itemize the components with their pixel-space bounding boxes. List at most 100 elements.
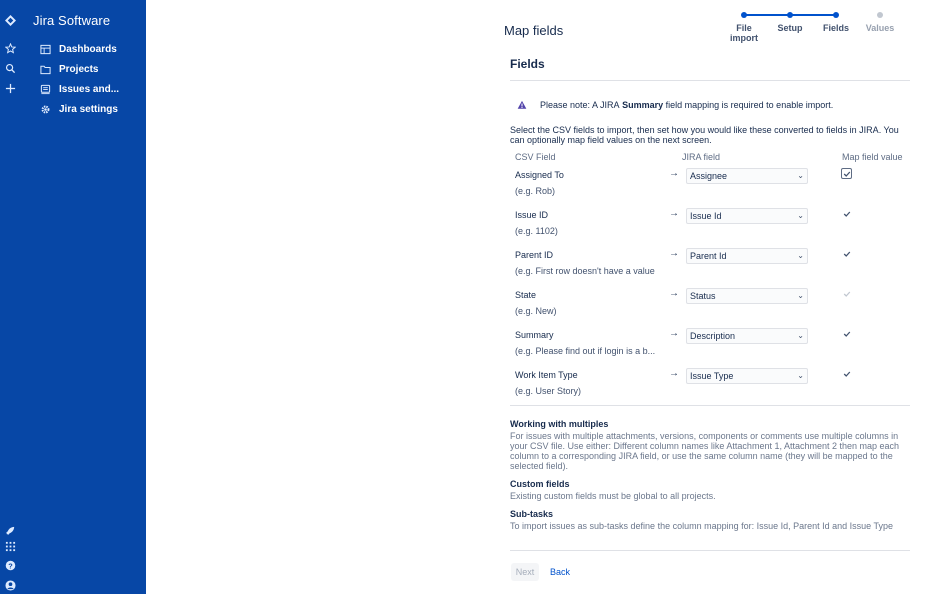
column-header-csv-field: CSV Field <box>515 152 556 162</box>
plus-icon[interactable] <box>0 80 21 96</box>
checkmark-icon <box>843 171 850 177</box>
sidebar-item-label: Projects <box>59 63 99 75</box>
arrow-right-icon: → <box>669 248 679 259</box>
sidebar-item-jira-settings[interactable]: Jira settings <box>39 101 118 117</box>
jira-field-select[interactable]: Status ⌄ <box>686 288 808 304</box>
field-mapping-row: Issue ID (e.g. 1102) → Issue Id ⌄ <box>510 208 910 250</box>
global-navigation-rail: ? <box>0 0 21 594</box>
chevron-down-icon: ⌄ <box>797 291 804 300</box>
import-progress-tracker: File import Setup Fields Values <box>714 10 904 44</box>
map-field-value-checkbox[interactable] <box>841 208 852 219</box>
jira-field-value: Status <box>690 291 716 301</box>
map-field-value-checkbox[interactable] <box>841 248 852 259</box>
custom-fields-heading: Custom fields <box>510 479 570 489</box>
map-field-value-checkbox[interactable] <box>841 288 852 299</box>
jira-field-select[interactable]: Assignee ⌄ <box>686 168 808 184</box>
svg-text:?: ? <box>8 561 13 570</box>
sidebar-item-label: Issues and... <box>59 83 120 95</box>
progress-step-values: Values <box>865 23 895 33</box>
rocket-icon[interactable] <box>0 522 21 538</box>
progress-step-dot <box>741 12 747 18</box>
chevron-down-icon: ⌄ <box>797 171 804 180</box>
jira-field-value: Assignee <box>690 171 728 181</box>
search-icon[interactable] <box>0 60 21 76</box>
arrow-right-icon: → <box>669 328 679 339</box>
csv-field-name: Work Item Type <box>515 370 578 380</box>
chevron-down-icon: ⌄ <box>797 371 804 380</box>
sidebar-item-issues[interactable]: Issues and... <box>39 81 119 97</box>
jira-field-value: Issue Type <box>690 371 734 381</box>
progress-step-fields: Fields <box>822 23 849 33</box>
profile-icon[interactable] <box>0 577 21 593</box>
progress-step-dot <box>833 12 839 18</box>
checkmark-icon <box>843 251 850 257</box>
star-icon[interactable] <box>0 40 21 56</box>
chevron-down-icon: ⌄ <box>797 331 804 340</box>
field-mapping-row: Parent ID (e.g. First row doesn't have a… <box>510 248 910 290</box>
jira-field-select[interactable]: Parent Id ⌄ <box>686 248 808 264</box>
jira-logo-icon[interactable] <box>0 12 21 28</box>
checkmark-icon <box>843 211 850 217</box>
section-title: Fields <box>510 57 545 71</box>
csv-field-name: Assigned To <box>515 170 564 180</box>
jira-field-value: Issue Id <box>690 211 722 221</box>
sidebar-item-label: Jira settings <box>59 103 118 115</box>
multiples-heading: Working with multiples <box>510 419 609 429</box>
back-link[interactable]: Back <box>550 563 570 581</box>
dashboard-icon <box>39 43 51 55</box>
csv-field-name: State <box>515 290 537 300</box>
checkmark-icon <box>843 371 850 377</box>
apps-grid-icon[interactable] <box>0 538 21 554</box>
map-field-value-checkbox[interactable] <box>841 168 852 179</box>
progress-step-setup: Setup <box>777 23 803 33</box>
sub-tasks-description: To import issues as sub-tasks define the… <box>510 521 894 531</box>
csv-field-name: Issue ID <box>515 210 549 220</box>
csv-field-example: (e.g. First row doesn't have a value <box>515 266 655 276</box>
divider <box>510 80 910 81</box>
sub-tasks-heading: Sub-tasks <box>510 509 554 519</box>
progress-step-dot <box>877 12 883 18</box>
arrow-right-icon: → <box>669 368 679 379</box>
column-header-map-field-value: Map field value <box>842 152 903 162</box>
jira-field-select[interactable]: Issue Id ⌄ <box>686 208 808 224</box>
arrow-right-icon: → <box>669 288 679 299</box>
arrow-right-icon: → <box>669 208 679 219</box>
progress-step-file-import: File import <box>730 23 758 43</box>
checkmark-icon <box>843 291 850 297</box>
jira-field-select[interactable]: Issue Type ⌄ <box>686 368 808 384</box>
main-content: Map fields File import Setup Fields Valu… <box>146 0 952 594</box>
product-name[interactable]: Jira Software <box>33 13 110 28</box>
next-button[interactable]: Next <box>511 563 539 581</box>
divider <box>510 550 910 551</box>
csv-field-example: (e.g. Rob) <box>515 186 556 196</box>
field-mapping-row: State (e.g. New) → Status ⌄ <box>510 288 910 330</box>
note-text-suffix: field mapping is required to enable impo… <box>665 100 834 110</box>
progress-step-dot <box>787 12 793 18</box>
sidebar-item-projects[interactable]: Projects <box>39 61 98 77</box>
csv-field-example: (e.g. Please find out if login is a b... <box>515 346 656 356</box>
jira-field-value: Description <box>690 331 736 341</box>
map-field-value-checkbox[interactable] <box>841 368 852 379</box>
field-mapping-row: Summary (e.g. Please find out if login i… <box>510 328 910 370</box>
sidebar-item-dashboards[interactable]: Dashboards <box>39 41 117 57</box>
note-text: Please note: A JIRA <box>540 100 620 110</box>
field-mapping-row: Assigned To (e.g. Rob) → Assignee ⌄ <box>510 168 910 210</box>
page-title: Map fields <box>504 23 564 38</box>
custom-fields-description: Existing custom fields must be global to… <box>510 491 716 501</box>
csv-field-example: (e.g. 1102) <box>515 226 558 236</box>
map-field-value-checkbox[interactable] <box>841 328 852 339</box>
help-icon[interactable]: ? <box>0 557 21 573</box>
chevron-down-icon: ⌄ <box>797 211 804 220</box>
csv-field-name: Summary <box>515 330 554 340</box>
warning-icon <box>516 99 528 111</box>
jira-field-select[interactable]: Description ⌄ <box>686 328 808 344</box>
arrow-right-icon: → <box>669 168 679 179</box>
column-header-jira-field: JIRA field <box>682 152 721 162</box>
sidebar-item-label: Dashboards <box>59 43 117 55</box>
csv-field-name: Parent ID <box>515 250 554 260</box>
intro-text: Select the CSV fields to import, then se… <box>510 125 899 145</box>
gear-icon <box>39 103 51 115</box>
jira-field-value: Parent Id <box>690 251 727 261</box>
summary-required-note: Please note: A JIRA Summary field mappin… <box>516 99 833 111</box>
project-sidebar: Jira Software Dashboards Projects Issues… <box>21 0 146 594</box>
